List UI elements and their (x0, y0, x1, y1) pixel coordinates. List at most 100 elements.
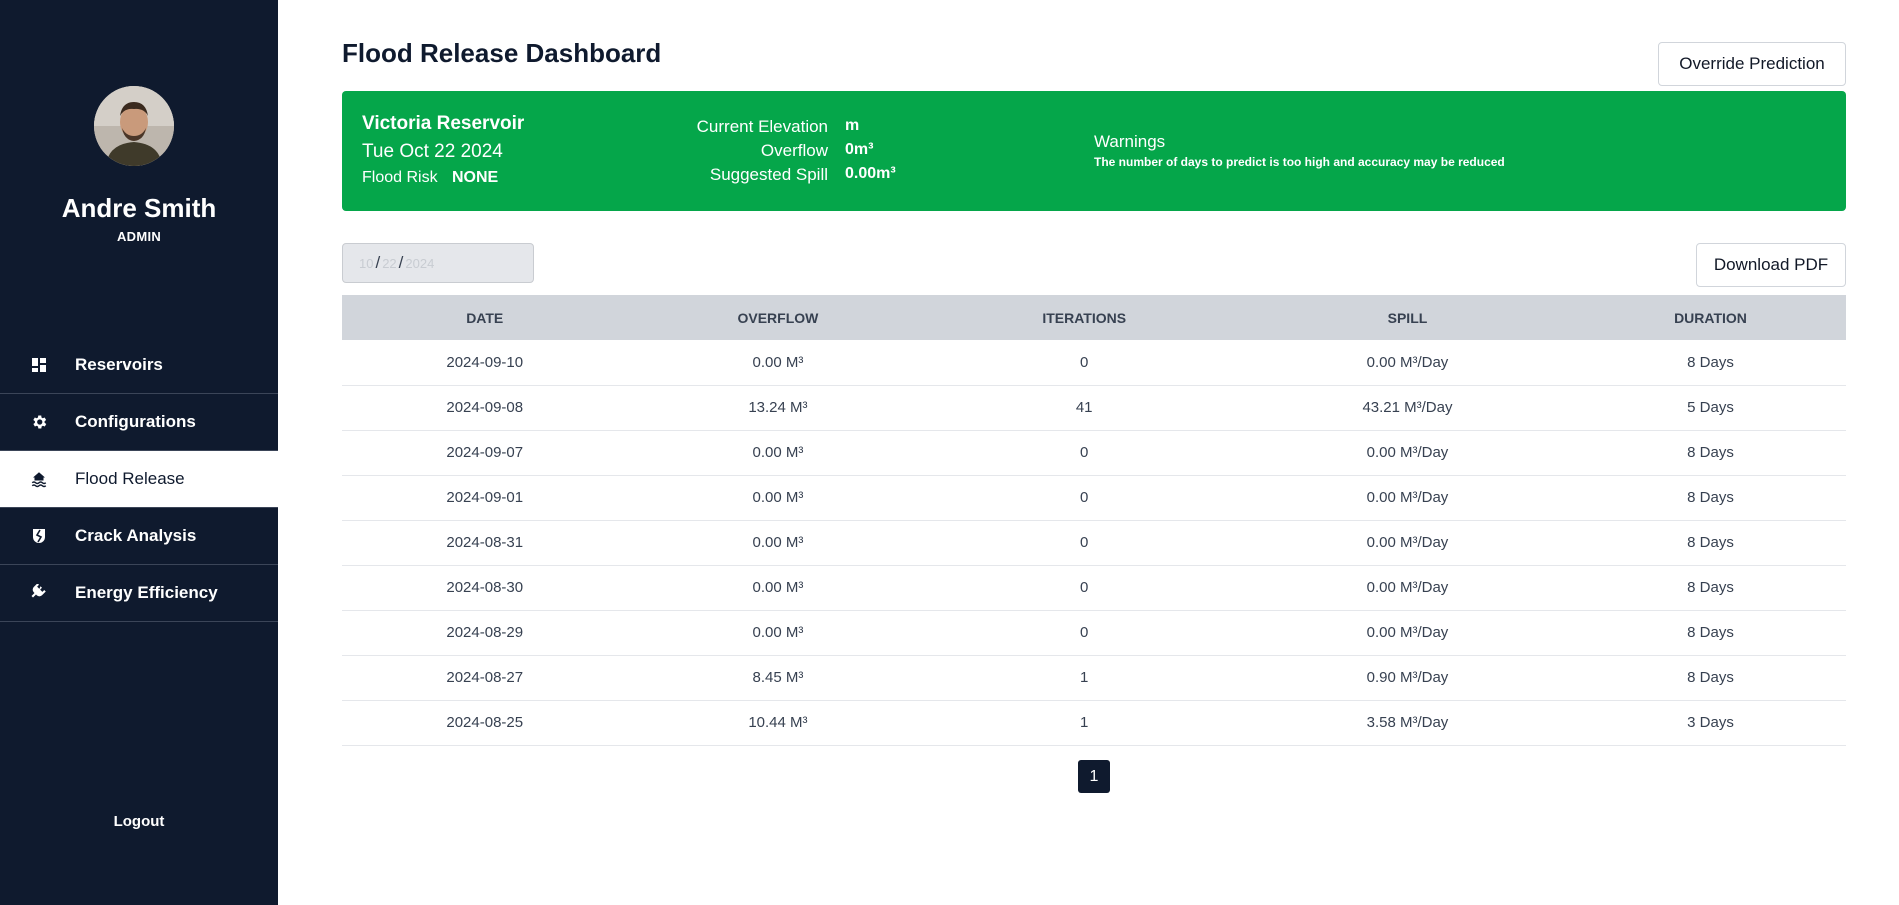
sidebar-item-label: Energy Efficiency (75, 583, 218, 602)
pagination-page-button[interactable]: 1 (1078, 760, 1110, 793)
spill-cell: 0.00 M³/Day (1239, 610, 1575, 656)
sidebar-item-label: Configurations (75, 412, 196, 431)
table-row: 2024-08-30 0.00 M³ 0 0.00 M³/Day 8 Days (342, 565, 1846, 611)
date-cell: 2024-09-01 (342, 475, 628, 521)
table-row: 2024-09-07 0.00 M³ 0 0.00 M³/Day 8 Days (342, 430, 1846, 476)
sidebar-item-reservoirs[interactable]: Reservoirs (0, 337, 278, 394)
duration-cell: 8 Days (1574, 610, 1846, 656)
plug-icon (29, 583, 49, 603)
flood-risk-label: Flood Risk (362, 169, 438, 186)
flood-risk-value: NONE (452, 169, 499, 186)
duration-cell: 8 Days (1574, 520, 1846, 566)
user-avatar (94, 86, 174, 166)
warnings-title: Warnings (1094, 132, 1166, 151)
iterations-cell: 0 (928, 475, 1240, 521)
column-header-iterations[interactable]: ITERATIONS (928, 295, 1240, 340)
date-cell: 2024-09-07 (342, 430, 628, 476)
dashboard-icon (29, 355, 49, 375)
table-row: 2024-08-25 10.44 M³ 1 3.58 M³/Day 3 Days (342, 700, 1846, 746)
overflow-cell: 0.00 M³ (627, 475, 929, 521)
current-elevation-value: m (845, 117, 860, 134)
warnings-text: The number of days to predict is too hig… (1094, 155, 1505, 169)
spill-cell: 0.00 M³/Day (1239, 430, 1575, 476)
flood-release-table: DATE OVERFLOW ITERATIONS SPILL DURATION … (342, 295, 1846, 746)
download-pdf-button[interactable]: Download PDF (1696, 243, 1846, 287)
overflow-cell: 10.44 M³ (627, 700, 929, 746)
table-row: 2024-08-31 0.00 M³ 0 0.00 M³/Day 8 Days (342, 520, 1846, 566)
duration-cell: 8 Days (1574, 655, 1846, 701)
duration-cell: 8 Days (1574, 430, 1846, 476)
date-year: 2024 (405, 255, 435, 271)
sidebar-item-label: Crack Analysis (75, 526, 197, 545)
overflow-cell: 0.00 M³ (627, 610, 929, 656)
date-day: 22 (382, 255, 397, 271)
spill-cell: 3.58 M³/Day (1239, 700, 1575, 746)
duration-cell: 5 Days (1574, 385, 1846, 431)
iterations-cell: 0 (928, 520, 1240, 566)
table-row: 2024-08-29 0.00 M³ 0 0.00 M³/Day 8 Days (342, 610, 1846, 656)
spill-cell: 0.00 M³/Day (1239, 520, 1575, 566)
date-cell: 2024-09-08 (342, 385, 628, 431)
overflow-cell: 8.45 M³ (627, 655, 929, 701)
column-header-overflow[interactable]: OVERFLOW (627, 295, 929, 340)
date-separator: / (375, 253, 381, 272)
column-header-duration[interactable]: DURATION (1574, 295, 1846, 340)
reservoir-status-banner: Victoria Reservoir Tue Oct 22 2024 Flood… (342, 91, 1846, 211)
overflow-value: 0m³ (845, 141, 874, 158)
iterations-cell: 1 (928, 700, 1240, 746)
spill-cell: 0.00 M³/Day (1239, 565, 1575, 611)
duration-cell: 8 Days (1574, 565, 1846, 611)
table-row: 2024-08-27 8.45 M³ 1 0.90 M³/Day 8 Days (342, 655, 1846, 701)
sidebar-item-label: Reservoirs (75, 355, 163, 374)
overflow-cell: 13.24 M³ (627, 385, 929, 431)
spill-cell: 0.00 M³/Day (1239, 475, 1575, 521)
duration-cell: 3 Days (1574, 700, 1846, 746)
date-input[interactable]: 10 / 22 / 2024 (342, 243, 534, 283)
table-row: 2024-09-10 0.00 M³ 0 0.00 M³/Day 8 Days (342, 340, 1846, 386)
sidebar-nav: Reservoirs Configurations Flood Release … (0, 337, 278, 622)
date-cell: 2024-08-25 (342, 700, 628, 746)
iterations-cell: 1 (928, 655, 1240, 701)
overflow-cell: 0.00 M³ (627, 520, 929, 566)
reservoir-date: Tue Oct 22 2024 (362, 141, 503, 162)
suggested-spill-label: Suggested Spill (709, 165, 828, 184)
reservoir-name: Victoria Reservoir (362, 113, 525, 134)
iterations-cell: 41 (928, 385, 1240, 431)
date-cell: 2024-08-29 (342, 610, 628, 656)
sidebar-item-label: Flood Release (75, 469, 185, 488)
sidebar: Andre Smith ADMIN Reservoirs Configurati… (0, 0, 278, 905)
override-prediction-button[interactable]: Override Prediction (1658, 42, 1846, 86)
user-name: Andre Smith (61, 193, 217, 223)
overflow-cell: 0.00 M³ (627, 340, 929, 386)
crack-icon (29, 526, 49, 546)
sidebar-item-configurations[interactable]: Configurations (0, 394, 278, 451)
overflow-cell: 0.00 M³ (627, 430, 929, 476)
date-cell: 2024-08-31 (342, 520, 628, 566)
avatar-photo (94, 86, 174, 166)
duration-cell: 8 Days (1574, 340, 1846, 386)
iterations-cell: 0 (928, 430, 1240, 476)
column-header-spill[interactable]: SPILL (1239, 295, 1575, 340)
gear-icon (29, 412, 49, 432)
table-row: 2024-09-01 0.00 M³ 0 0.00 M³/Day 8 Days (342, 475, 1846, 521)
date-month: 10 (359, 255, 374, 271)
table-header-row: DATE OVERFLOW ITERATIONS SPILL DURATION (342, 295, 1846, 340)
current-elevation-label: Current Elevation (696, 117, 828, 136)
overflow-label: Overflow (760, 141, 828, 160)
logout-button[interactable]: Logout (0, 813, 278, 830)
overflow-cell: 0.00 M³ (627, 565, 929, 611)
flood-icon (29, 469, 49, 489)
spill-cell: 43.21 M³/Day (1239, 385, 1575, 431)
user-role: ADMIN (116, 229, 162, 244)
suggested-spill-value: 0.00m³ (845, 165, 896, 182)
table-row: 2024-09-08 13.24 M³ 41 43.21 M³/Day 5 Da… (342, 385, 1846, 431)
sidebar-item-crack-analysis[interactable]: Crack Analysis (0, 508, 278, 565)
sidebar-item-flood-release[interactable]: Flood Release (0, 451, 278, 508)
iterations-cell: 0 (928, 565, 1240, 611)
column-header-date[interactable]: DATE (342, 295, 628, 340)
spill-cell: 0.90 M³/Day (1239, 655, 1575, 701)
duration-cell: 8 Days (1574, 475, 1846, 521)
date-separator: / (398, 253, 404, 272)
sidebar-item-energy-efficiency[interactable]: Energy Efficiency (0, 565, 278, 622)
date-cell: 2024-08-30 (342, 565, 628, 611)
